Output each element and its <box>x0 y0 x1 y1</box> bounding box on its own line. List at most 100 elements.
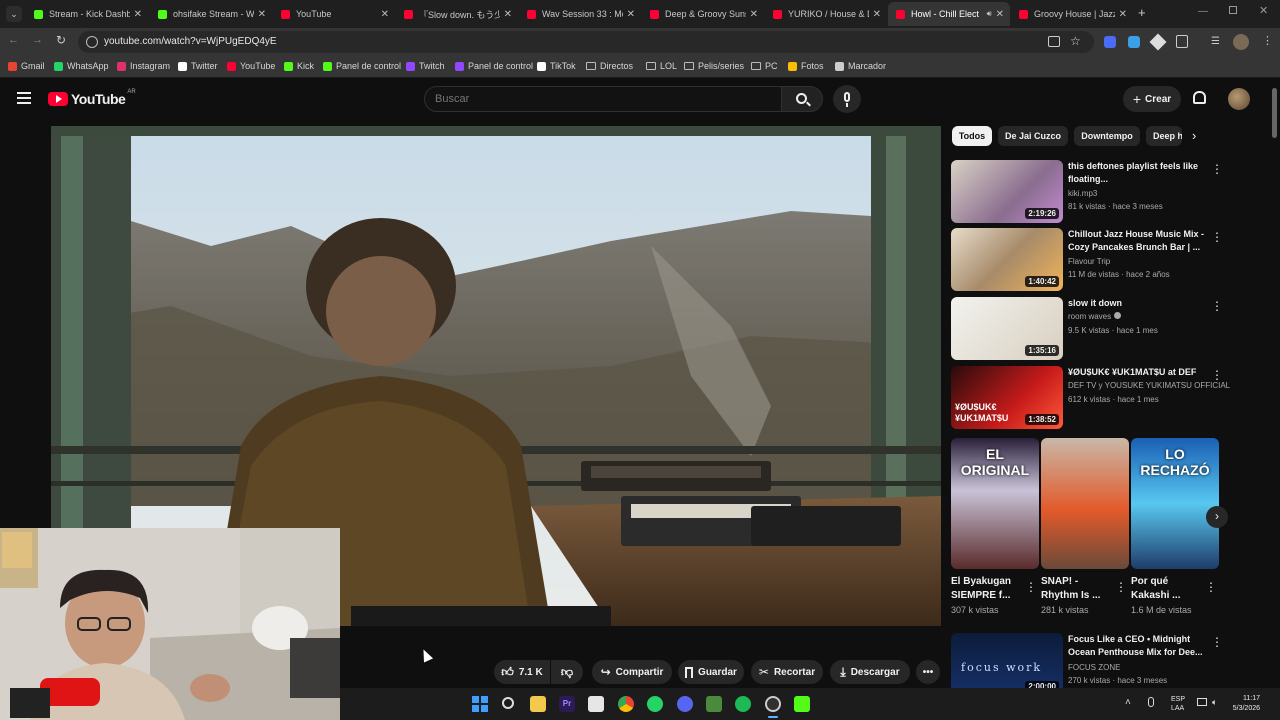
discord-icon[interactable] <box>677 696 693 712</box>
video-title[interactable]: Chillout Jazz House Music Mix - Cozy Pan… <box>1068 228 1208 254</box>
short-thumbnail[interactable] <box>1041 438 1129 569</box>
bookmark-item[interactable]: PC <box>751 61 778 71</box>
tab-close-icon[interactable]: ✕ <box>996 9 1004 20</box>
channel-name[interactable]: Flavour Trip <box>1068 257 1110 266</box>
extension-icon[interactable] <box>1128 36 1140 48</box>
bookmark-item[interactable]: Pelis/series <box>684 61 744 71</box>
premiere-icon[interactable]: Pr <box>559 696 575 712</box>
like-button[interactable]: 👍︎ 7.1 K <box>494 660 550 684</box>
short-item[interactable]: LO RECHAZÓ Por qué Kakashi ... 1.6 M de vi… <box>1131 438 1219 615</box>
menu-icon[interactable] <box>17 92 31 104</box>
spotify-icon[interactable] <box>735 696 751 712</box>
site-info-icon[interactable] <box>86 36 98 48</box>
tab-close-icon[interactable]: ✕ <box>381 9 389 20</box>
bookmark-item[interactable]: Marcador <box>835 61 886 71</box>
more-options-icon[interactable]: ⋮ <box>1211 299 1223 313</box>
search-button[interactable] <box>781 86 823 112</box>
tray-chevron-icon[interactable]: ˄ <box>1125 697 1131 708</box>
minimize-button[interactable]: — <box>1198 6 1208 17</box>
video-thumbnail[interactable]: 2:19:26 <box>951 160 1063 223</box>
bookmark-item[interactable]: Twitch <box>406 61 445 71</box>
create-button[interactable]: + Crear <box>1123 86 1181 112</box>
search-input[interactable] <box>424 86 782 112</box>
page-scrollbar[interactable] <box>1272 88 1277 138</box>
bookmark-item[interactable]: Panel de control <box>455 61 533 71</box>
channel-name[interactable]: room waves <box>1068 312 1122 321</box>
bookmark-item[interactable]: TikTok <box>537 61 576 71</box>
reload-icon[interactable]: ↻ <box>56 33 66 47</box>
channel-name[interactable]: kiki.mp3 <box>1068 189 1097 198</box>
tab-close-icon[interactable]: ✕ <box>1119 9 1127 20</box>
tab-close-icon[interactable]: ✕ <box>258 9 266 20</box>
short-title[interactable]: SNAP! - Rhythm Is ... <box>1041 575 1111 603</box>
bookmark-item[interactable]: Kick <box>284 61 314 71</box>
more-actions-button[interactable]: ••• <box>916 660 940 684</box>
recommendation-item[interactable]: 1:35:16 slow it down room waves 9.5 K vista… <box>951 297 1223 361</box>
tab-close-icon[interactable]: ✕ <box>134 9 142 20</box>
more-options-icon[interactable]: ⋮ <box>1211 635 1223 649</box>
obs-icon[interactable] <box>765 696 781 712</box>
start-icon[interactable] <box>472 696 488 712</box>
recommendation-item[interactable]: 2:19:26 this deftones playlist feels like… <box>951 160 1223 224</box>
more-options-icon[interactable]: ⋮ <box>1205 580 1217 594</box>
short-thumbnail[interactable]: EL ORIGINAL <box>951 438 1039 569</box>
search-icon[interactable] <box>502 697 514 709</box>
bookmark-item[interactable]: Fotos <box>788 61 824 71</box>
short-thumbnail[interactable]: LO RECHAZÓ <box>1131 438 1219 569</box>
browser-tab[interactable]: Howl - Chill Elect 🔊︎ ✕ <box>888 2 1010 26</box>
network-icon[interactable] <box>1197 698 1207 706</box>
voice-search-button[interactable] <box>833 85 861 113</box>
share-button[interactable]: ↪ Compartir <box>592 660 672 684</box>
download-button[interactable]: ⤓ Descargar <box>830 660 910 684</box>
video-thumbnail[interactable]: 1:40:42 <box>951 228 1063 291</box>
extensions-puzzle-icon[interactable] <box>1176 35 1188 48</box>
video-title[interactable]: ¥ØU$UK€ ¥UK1MAT$U at DEF <box>1068 366 1208 379</box>
media-control-icon[interactable]: ☰ <box>1211 36 1220 47</box>
bookmark-item[interactable]: Twitter <box>178 61 218 71</box>
browser-tab[interactable]: ohsifake Stream - W ✕ <box>150 2 272 26</box>
dislike-button[interactable]: 👎︎ <box>551 660 583 684</box>
chip-deep-house[interactable]: Deep h <box>1146 126 1182 146</box>
video-thumbnail[interactable]: focus work 2:00:00 <box>951 633 1063 696</box>
chip-downtempo[interactable]: Downtempo <box>1074 126 1140 146</box>
shorts-next-button[interactable]: › <box>1206 506 1228 528</box>
save-button[interactable]: Guardar <box>678 660 744 684</box>
tab-close-icon[interactable]: ✕ <box>750 9 758 20</box>
more-options-icon[interactable]: ⋮ <box>1211 230 1223 244</box>
clip-button[interactable]: ✂ Recortar <box>751 660 823 684</box>
short-item[interactable]: SNAP! - Rhythm Is ... 281 k vistas ⋮ <box>1041 438 1129 615</box>
channel-name[interactable]: DEF TV y YOUSUKE YUKIMATSU OFFICIAL <box>1068 381 1230 390</box>
channel-name[interactable]: FOCUS ZONE <box>1068 663 1120 672</box>
recommendation-item[interactable]: 1:40:42 Chillout Jazz House Music Mix - C… <box>951 228 1223 292</box>
account-avatar[interactable] <box>1228 88 1250 110</box>
clock[interactable]: 11:17 5/3/2026 <box>1230 694 1260 714</box>
app-icon[interactable] <box>588 696 604 712</box>
close-window-button[interactable]: ✕ <box>1259 4 1268 17</box>
bookmark-item[interactable]: YouTube <box>227 61 275 71</box>
chip-de-jai-cuzco[interactable]: De Jai Cuzco <box>998 126 1068 146</box>
browser-menu-icon[interactable]: ⋮ <box>1262 34 1273 47</box>
volume-icon[interactable]: 🔈︎ <box>1212 697 1217 708</box>
chips-next-arrow-icon[interactable]: › <box>1192 128 1196 143</box>
back-icon[interactable]: ← <box>8 34 19 46</box>
new-tab-button[interactable]: + <box>1138 5 1146 20</box>
tab-search-button[interactable]: ⌄ <box>6 6 22 22</box>
more-options-icon[interactable]: ⋮ <box>1211 162 1223 176</box>
short-title[interactable]: Por qué Kakashi ... <box>1131 575 1201 603</box>
bookmark-item[interactable]: LOL <box>646 61 677 71</box>
language-indicator[interactable]: ESP LAA <box>1171 695 1185 713</box>
bookmark-item[interactable]: Panel de control <box>323 61 401 71</box>
more-options-icon[interactable]: ⋮ <box>1025 580 1037 594</box>
bookmark-item[interactable]: Directos <box>586 61 633 71</box>
chip-todos[interactable]: Todos <box>952 126 992 146</box>
whatsapp-icon[interactable] <box>647 696 663 712</box>
bookmark-star-icon[interactable]: ☆ <box>1070 34 1081 48</box>
notifications-bell-icon[interactable] <box>1193 91 1206 104</box>
youtube-logo[interactable]: YouTube AR <box>48 89 136 107</box>
browser-tab[interactable]: YURIKO / House & D ✕ <box>765 2 887 26</box>
short-item[interactable]: EL ORIGINAL El Byakugan SIEMPRE f... 307 k… <box>951 438 1039 615</box>
microphone-tray-icon[interactable] <box>1148 697 1154 707</box>
chrome-icon[interactable] <box>618 696 634 712</box>
browser-tab[interactable]: Deep & Groovy Suns ✕ <box>642 2 764 26</box>
video-title[interactable]: Focus Like a CEO • Midnight Ocean Pentho… <box>1068 633 1208 659</box>
